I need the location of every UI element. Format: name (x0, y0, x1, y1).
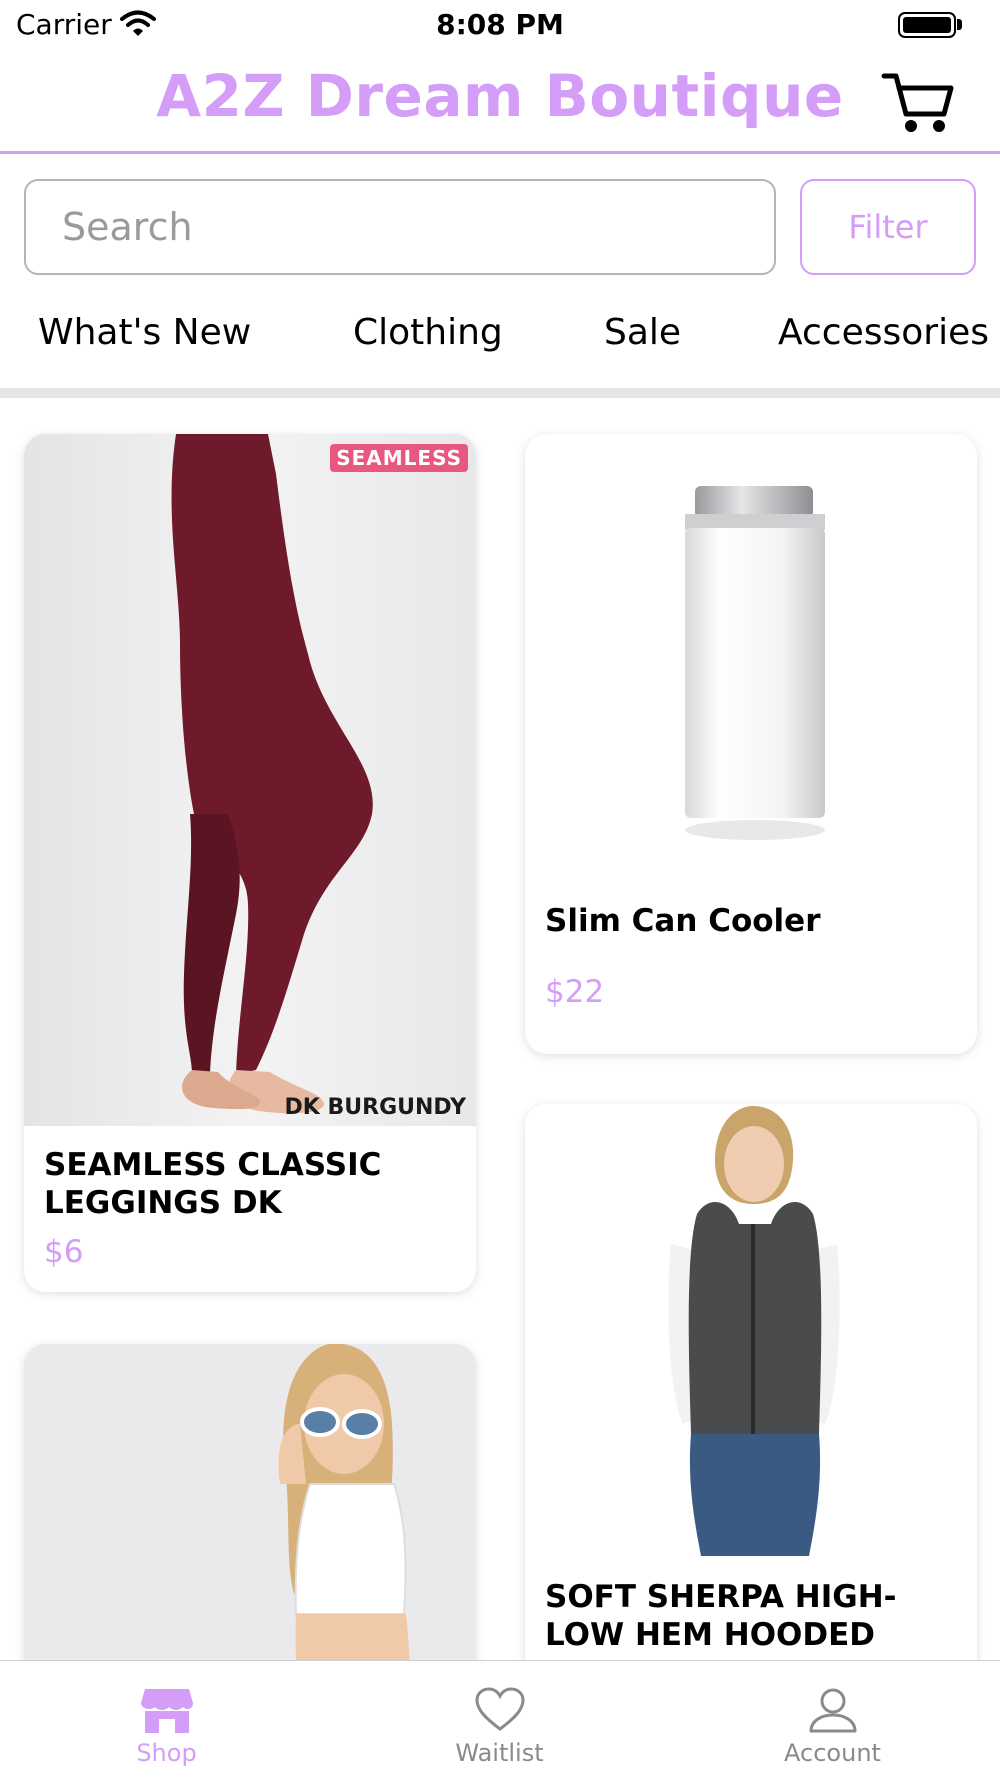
tab-whats-new[interactable]: What's New (38, 312, 251, 353)
tab-bar: Shop Waitlist Account (0, 1660, 1000, 1778)
product-image: SEAMLESS DK BURGUNDY (24, 434, 476, 1126)
product-card[interactable]: Slim Can Cooler $22 (525, 434, 977, 1054)
image-caption: DK BURGUNDY (284, 1095, 466, 1120)
heart-icon (474, 1687, 526, 1737)
shop-icon (139, 1687, 195, 1739)
person-icon (807, 1687, 859, 1739)
category-tabs: What's New Clothing Sale Accessories (0, 300, 1000, 366)
tabbar-label: Shop (136, 1739, 197, 1767)
product-price: $22 (545, 974, 605, 1010)
product-card[interactable]: SOFT SHERPA HIGH-LOW HEM HOODED WITH (525, 1104, 977, 1660)
product-name: SEAMLESS CLASSIC LEGGINGS DK (44, 1147, 382, 1221)
tab-sale[interactable]: Sale (604, 312, 681, 353)
product-grid: SEAMLESS DK BURGUNDY SEAMLESS CLASSIC LE… (0, 398, 1000, 1660)
product-image (24, 1344, 476, 1660)
filter-button[interactable]: Filter (800, 179, 976, 275)
product-card[interactable] (24, 1344, 476, 1660)
tab-accessories[interactable]: Accessories (778, 312, 989, 353)
search-input[interactable] (24, 179, 776, 275)
battery-icon (898, 12, 956, 38)
tab-clothing[interactable]: Clothing (353, 312, 503, 353)
tabbar-item-account[interactable]: Account (666, 1661, 999, 1778)
cart-button[interactable] (880, 68, 956, 138)
product-image (525, 434, 977, 884)
tabbar-label: Account (784, 1739, 881, 1767)
tabbar-item-waitlist[interactable]: Waitlist (333, 1661, 666, 1778)
status-bar: Carrier 8:08 PM (0, 0, 1000, 50)
app-title: A2Z Dream Boutique (156, 62, 844, 130)
product-card[interactable]: SEAMLESS DK BURGUNDY SEAMLESS CLASSIC LE… (24, 434, 476, 1292)
product-name: SOFT SHERPA HIGH-LOW HEM HOODED WITH (545, 1579, 897, 1660)
battery-cap (957, 19, 962, 30)
product-price: $6 (44, 1234, 84, 1270)
tabbar-label: Waitlist (455, 1739, 544, 1767)
product-image (525, 1104, 977, 1556)
image-badge: SEAMLESS (330, 444, 468, 472)
product-name: Slim Can Cooler (545, 903, 821, 939)
status-time: 8:08 PM (436, 8, 564, 41)
tabbar-item-shop[interactable]: Shop (0, 1661, 333, 1778)
app-header: A2Z Dream Boutique (0, 50, 1000, 154)
section-divider (0, 388, 1000, 398)
cart-icon (881, 73, 954, 132)
